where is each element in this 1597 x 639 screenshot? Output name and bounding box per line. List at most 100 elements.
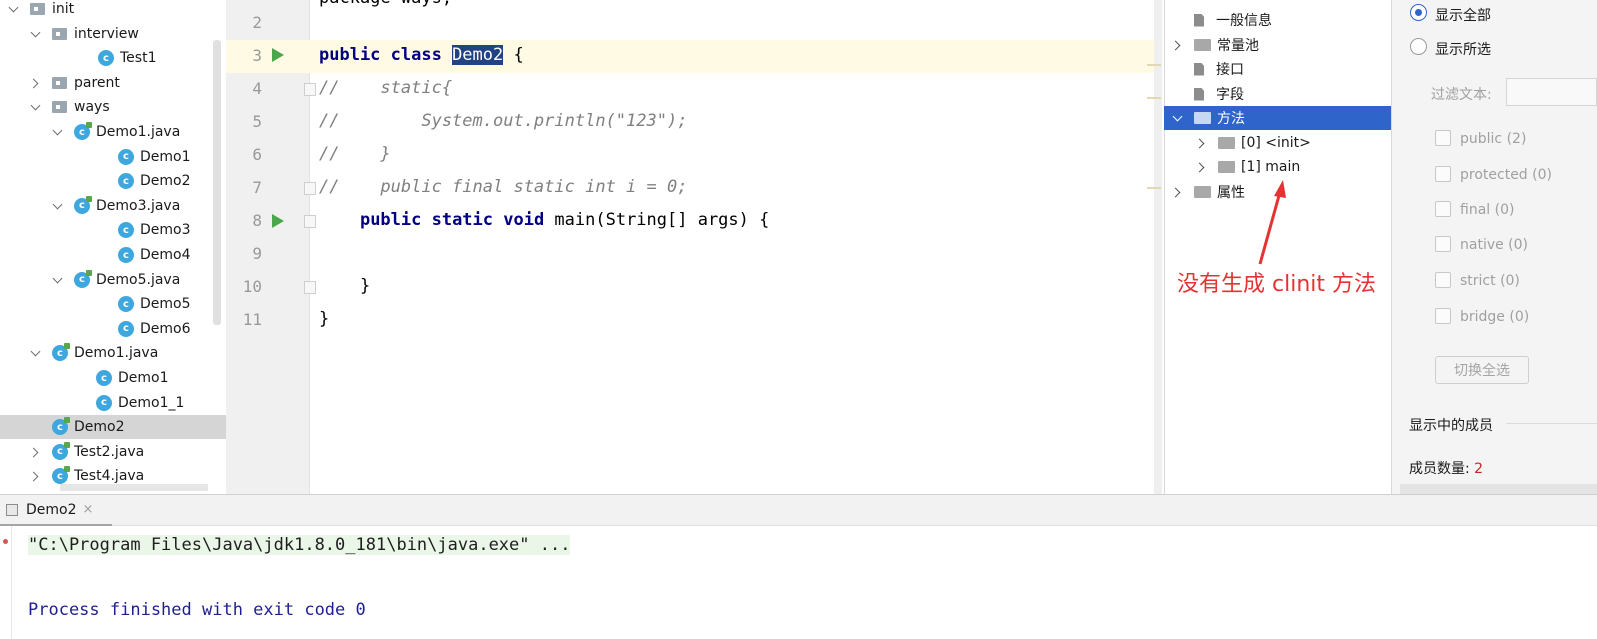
fold-icon[interactable] (304, 215, 316, 228)
editor-marker[interactable] (1147, 97, 1161, 99)
class-icon: c (118, 247, 134, 263)
bytecode-tree-item[interactable]: 常量池 (1164, 33, 1391, 57)
class-icon: c (118, 320, 134, 337)
tree-item-label: Demo3 (140, 222, 191, 239)
bytecode-tree-item[interactable]: [0] <init> (1164, 131, 1391, 155)
filter-panel-scrollbar[interactable] (1400, 484, 1597, 494)
line-number: 3 (252, 46, 262, 65)
project-tree-item[interactable]: c Demo3 (0, 218, 226, 242)
tree-item-label: ways (74, 99, 110, 116)
run-class-icon[interactable] (272, 48, 284, 62)
code-editor[interactable] (311, 0, 1161, 494)
project-tree-scrollbar[interactable] (213, 40, 221, 325)
selected-class-name[interactable]: Demo2 (452, 45, 504, 65)
native-checkbox[interactable] (1435, 236, 1451, 252)
java-file-icon: c (52, 466, 70, 485)
project-tree-item[interactable]: c Demo2 (0, 169, 226, 193)
chevron-right-icon[interactable] (30, 446, 42, 458)
folder-icon (1194, 39, 1211, 51)
chevron-down-icon[interactable] (30, 28, 42, 40)
project-tree-item[interactable]: c Demo6 (0, 317, 226, 341)
toggle-select-all-button[interactable]: 切换全选 (1435, 356, 1529, 384)
project-tree-item[interactable]: c Demo1.java (0, 120, 226, 144)
project-tree-item[interactable]: c Demo5 (0, 292, 226, 316)
chevron-down-icon[interactable] (8, 3, 20, 15)
filter-text-input[interactable] (1506, 78, 1597, 106)
chevron-down-icon[interactable] (52, 274, 64, 286)
class-icon: c (98, 50, 114, 67)
class-icon: c (118, 296, 134, 313)
run-main-icon[interactable] (272, 214, 284, 228)
package-folder-icon (52, 27, 67, 40)
project-tree-item[interactable]: c Test1 (0, 46, 226, 70)
project-tree-hscrollbar[interactable] (60, 484, 208, 491)
tree-item-label: Demo5.java (96, 271, 181, 288)
doc-icon (1194, 87, 1204, 101)
close-icon[interactable]: × (83, 502, 94, 517)
show-all-label: 显示全部 (1435, 8, 1491, 24)
tree-item-label: Test1 (120, 50, 157, 67)
project-tree-item[interactable]: c Demo3.java (0, 194, 226, 218)
chevron-down-icon[interactable] (1172, 112, 1184, 124)
chevron-down-icon[interactable] (52, 200, 64, 212)
chevron-right-icon[interactable] (1172, 39, 1184, 51)
project-tree-item[interactable]: c Demo1 (0, 145, 226, 169)
class-icon: c (118, 148, 134, 165)
bytecode-tree-item[interactable]: [1] main (1164, 155, 1391, 179)
protected-checkbox[interactable] (1435, 166, 1451, 182)
project-tree-item[interactable]: c Demo1_1 (0, 391, 226, 415)
project-tree-item[interactable]: init (0, 0, 226, 21)
java-file-icon: c (74, 122, 92, 140)
bridge-checkbox[interactable] (1435, 308, 1451, 324)
bytecode-tree-item[interactable]: 一般信息 (1164, 8, 1391, 32)
chevron-right-icon[interactable] (30, 470, 42, 482)
folder-icon (1218, 137, 1235, 149)
tree-item-label: Demo6 (140, 320, 191, 337)
editor-marker[interactable] (1147, 64, 1161, 66)
editor-marker[interactable] (1147, 187, 1161, 189)
bridge-checkbox-label: bridge (0) (1460, 309, 1530, 325)
project-tree-item[interactable]: ways (0, 95, 226, 119)
project-tree-item[interactable]: c Test2.java (0, 440, 226, 464)
bytecode-tree-label: 常量池 (1217, 38, 1259, 54)
project-tree-item[interactable]: c Demo1.java (0, 341, 226, 365)
bytecode-tree-item[interactable]: 字段 (1164, 82, 1391, 106)
chevron-right-icon[interactable] (30, 77, 42, 89)
fold-icon[interactable] (304, 182, 316, 195)
chevron-down-icon[interactable] (52, 126, 64, 138)
tree-item-label: Demo2 (140, 173, 191, 190)
console-marker-icon (3, 539, 8, 544)
code-line-10: } (319, 276, 371, 296)
chevron-right-icon[interactable] (1196, 137, 1208, 149)
editor-scrollbar[interactable] (1154, 0, 1162, 494)
show-selected-radio[interactable] (1410, 38, 1427, 55)
final-checkbox-label: final (0) (1460, 202, 1515, 218)
run-tab-demo2[interactable]: Demo2 × (0, 495, 112, 526)
bytecode-tree-item[interactable]: 方法 (1164, 106, 1391, 130)
folder-icon (1218, 161, 1235, 173)
line-number: 4 (252, 79, 262, 98)
tree-item-label: Demo4 (140, 247, 191, 263)
fold-icon[interactable] (304, 83, 316, 96)
keyword: public class (319, 45, 453, 65)
project-tree-item[interactable]: c Demo1 (0, 366, 226, 390)
fold-icon[interactable] (304, 281, 316, 294)
strict-checkbox[interactable] (1435, 272, 1451, 288)
show-all-radio[interactable] (1410, 4, 1427, 21)
class-icon: c (118, 173, 134, 190)
bytecode-tree-item[interactable]: 接口 (1164, 57, 1391, 81)
chevron-down-icon[interactable] (30, 101, 42, 113)
chevron-down-icon[interactable] (30, 347, 42, 359)
project-tree-item[interactable]: c Demo5.java (0, 268, 226, 292)
chevron-right-icon[interactable] (1172, 186, 1184, 198)
public-checkbox[interactable] (1435, 130, 1451, 146)
bytecode-tree-label: 字段 (1216, 87, 1244, 103)
chevron-right-icon[interactable] (1196, 161, 1208, 173)
project-tree-item[interactable]: c Demo4 (0, 243, 226, 267)
final-checkbox[interactable] (1435, 201, 1451, 217)
project-tree-item[interactable]: parent (0, 71, 226, 95)
project-tree-item[interactable]: c Demo2 (0, 415, 226, 440)
code-line-7: // public final static int i = 0; (319, 177, 688, 197)
line-number: 2 (252, 13, 262, 32)
project-tree-item[interactable]: interview (0, 22, 226, 46)
